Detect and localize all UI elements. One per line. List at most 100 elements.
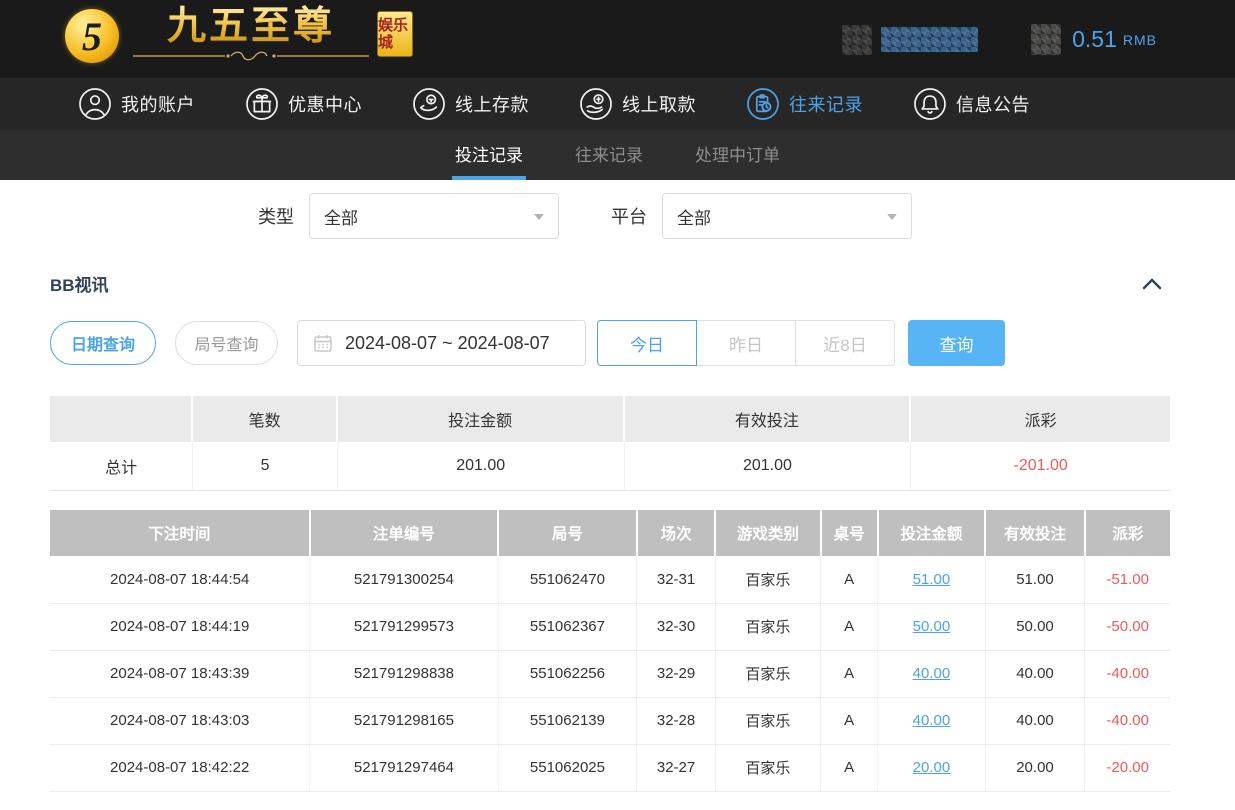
type-select[interactable]: 全部 (309, 193, 559, 239)
chevron-up-icon[interactable] (1142, 277, 1162, 290)
query-row: 日期查询 局号查询 2024-08-07 ~ 2024-08-07 今日昨日近8… (50, 320, 1170, 366)
summary-value-cell: 5 (193, 442, 337, 491)
bet-column-header: 注单编号 (310, 510, 498, 556)
platform-filter-label: 平台 (611, 203, 647, 229)
date-range-picker[interactable]: 2024-08-07 ~ 2024-08-07 (297, 320, 586, 366)
bet-cell: 51.00 (985, 556, 1085, 603)
main-nav: 我的账户 优惠中心 线上存款 线上取款 往来记录 信息公告 (0, 78, 1235, 130)
bet-cell: 551062470 (498, 556, 637, 603)
nav-item-label: 线上存款 (455, 91, 529, 117)
balance-amount: 0.51 (1072, 26, 1117, 53)
nav-item-promo[interactable]: 优惠中心 (245, 87, 362, 121)
bet-row: 2024-08-07 18:43:03521791298165551062139… (50, 697, 1170, 744)
tab-bar: 投注记录往来记录处理中订单 (0, 130, 1235, 180)
search-button[interactable]: 查询 (908, 320, 1005, 366)
type-select-value: 全部 (324, 204, 358, 229)
summary-header-cell: 笔数 (193, 396, 337, 442)
user-icon (78, 87, 112, 121)
chevron-down-icon (887, 214, 897, 220)
bet-cell: -40.00 (1085, 697, 1170, 744)
bet-column-header: 场次 (637, 510, 715, 556)
nav-item-news[interactable]: 信息公告 (913, 87, 1030, 121)
nav-item-label: 线上取款 (622, 91, 696, 117)
logo-icon: 5 (65, 9, 119, 63)
bet-header-row: 下注时间注单编号局号场次游戏类别桌号投注金额有效投注派彩 (50, 510, 1170, 556)
bet-column-header: 派彩 (1085, 510, 1170, 556)
bet-column-header: 局号 (498, 510, 637, 556)
date-range-value: 2024-08-07 ~ 2024-08-07 (345, 333, 550, 354)
bet-cell: -51.00 (1085, 556, 1170, 603)
summary-header-row: 笔数投注金额有效投注派彩 (50, 396, 1170, 442)
quick-date-button-0[interactable]: 今日 (597, 320, 697, 366)
bet-column-header: 桌号 (821, 510, 878, 556)
brand-logo[interactable]: 5 九五至尊 娱乐城 (65, 3, 413, 63)
summary-header-cell: 投注金额 (338, 396, 625, 442)
bet-column-header: 投注金额 (878, 510, 986, 556)
platform-select[interactable]: 全部 (662, 193, 912, 239)
bet-cell: 521791297464 (310, 744, 498, 791)
bet-cell: 551062367 (498, 603, 637, 650)
bet-cell: 50.00 (878, 603, 986, 650)
bet-row: 2024-08-07 18:43:39521791298838551062256… (50, 650, 1170, 697)
platform-select-value: 全部 (677, 204, 711, 229)
bet-cell: A (821, 744, 878, 791)
bet-cell: 20.00 (985, 744, 1085, 791)
bet-cell: 2024-08-07 18:44:19 (50, 603, 310, 650)
bet-cell: A (821, 556, 878, 603)
nav-item-account[interactable]: 我的账户 (78, 87, 195, 121)
quick-date-button-2[interactable]: 近8日 (795, 320, 895, 366)
bet-cell: 551062256 (498, 650, 637, 697)
type-filter-label: 类型 (258, 203, 294, 229)
quick-date-button-1[interactable]: 昨日 (696, 320, 796, 366)
summary-value-cell: 201.00 (338, 442, 625, 491)
censored-wallet-icon[interactable] (1031, 24, 1061, 55)
bet-cell: 521791298165 (310, 697, 498, 744)
bet-cell: 40.00 (878, 697, 986, 744)
bet-cell: A (821, 603, 878, 650)
bet-cell: -50.00 (1085, 603, 1170, 650)
nav-item-deposit[interactable]: 线上存款 (412, 87, 529, 121)
top-header: 5 九五至尊 娱乐城 0.51 RMB (0, 0, 1235, 78)
badge-text: 娱乐城 (378, 17, 412, 51)
bet-cell: 2024-08-07 18:42:22 (50, 744, 310, 791)
censored-user-avatar[interactable] (842, 25, 872, 55)
bet-cell: 32-27 (637, 744, 715, 791)
user-cluster: 0.51 RMB (842, 24, 1157, 55)
bet-cell: 2024-08-07 18:44:54 (50, 556, 310, 603)
section-title: BB视讯 (50, 271, 109, 296)
nav-item-label: 信息公告 (956, 91, 1030, 117)
bet-cell: 521791300254 (310, 556, 498, 603)
bet-column-header: 下注时间 (50, 510, 310, 556)
nav-item-label: 我的账户 (121, 91, 195, 117)
calendar-icon (313, 333, 333, 353)
summary-value-cell: 201.00 (625, 442, 912, 491)
bet-row: 2024-08-07 18:44:19521791299573551062367… (50, 603, 1170, 650)
round-query-button[interactable]: 局号查询 (175, 321, 278, 365)
bet-amount-link[interactable]: 40.00 (913, 712, 951, 729)
tab-pending[interactable]: 处理中订单 (692, 130, 783, 180)
bet-cell: 百家乐 (715, 556, 820, 603)
tab-transactions[interactable]: 往来记录 (572, 130, 646, 180)
bet-cell: 百家乐 (715, 744, 820, 791)
brand-name: 九五至尊 (167, 5, 335, 49)
bet-cell: 2024-08-07 18:43:03 (50, 697, 310, 744)
bet-column-header: 有效投注 (985, 510, 1085, 556)
nav-item-records[interactable]: 往来记录 (746, 87, 863, 121)
bet-amount-link[interactable]: 20.00 (913, 759, 951, 776)
bet-cell: 百家乐 (715, 650, 820, 697)
bet-amount-link[interactable]: 51.00 (913, 571, 951, 588)
chevron-down-icon (534, 214, 544, 220)
summary-table: 笔数投注金额有效投注派彩 总计5201.00201.00-201.00 (50, 396, 1170, 491)
bet-row: 2024-08-07 18:42:22521791297464551062025… (50, 744, 1170, 791)
withdraw-icon (579, 87, 613, 121)
nav-item-withdraw[interactable]: 线上取款 (579, 87, 696, 121)
records-icon (746, 87, 780, 121)
bet-table-body: 2024-08-07 18:44:54521791300254551062470… (50, 556, 1170, 791)
brand-badge: 娱乐城 (377, 11, 413, 57)
bet-cell: -20.00 (1085, 744, 1170, 791)
tab-bet-records[interactable]: 投注记录 (452, 130, 526, 180)
bet-amount-link[interactable]: 50.00 (913, 618, 951, 635)
bet-cell: 20.00 (878, 744, 986, 791)
bet-amount-link[interactable]: 40.00 (913, 665, 951, 682)
date-query-button[interactable]: 日期查询 (50, 321, 156, 365)
